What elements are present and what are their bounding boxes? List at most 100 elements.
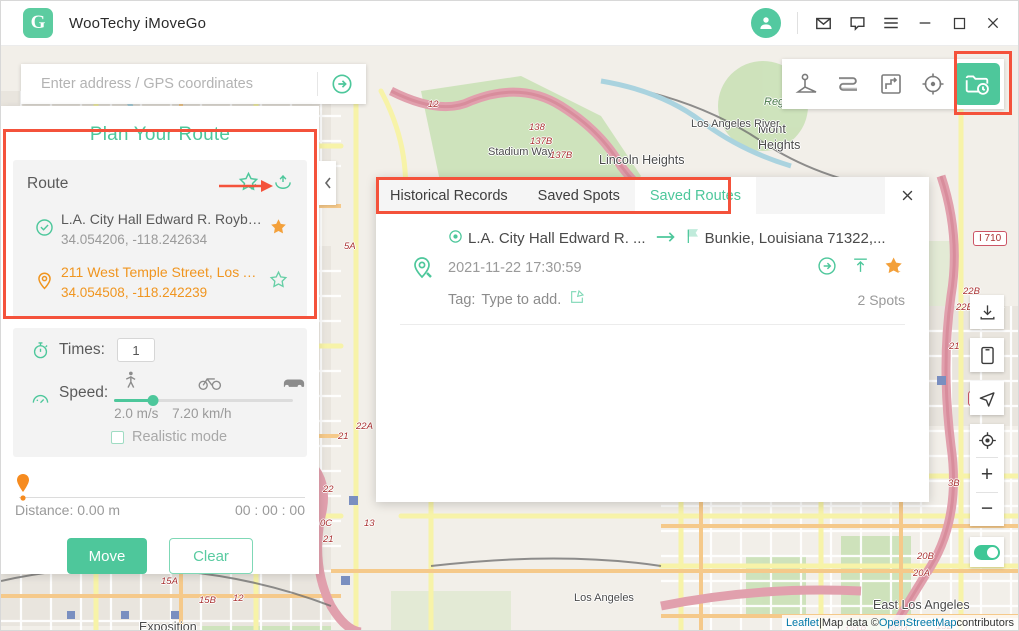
edit-pencil-icon[interactable] [569,289,585,310]
menu-icon[interactable] [874,1,908,45]
record-meta: 2021-11-22 17:30:59 [448,255,905,281]
map-route-number: 15B [199,595,216,606]
minimize-icon[interactable] [908,1,942,45]
speed-slider-knob[interactable] [148,395,159,406]
map-route-number: 3B [948,478,960,489]
route-box: Route [13,160,307,318]
favorite-star-icon-outline[interactable] [263,262,293,289]
zoom-out-button[interactable]: − [970,493,1004,526]
joystick-mode-icon[interactable] [912,63,954,105]
dialog-body: L.A. City Hall Edward R. ... [376,214,929,502]
maximize-icon[interactable] [942,1,976,45]
move-button[interactable]: Move [67,538,147,574]
map-route-number: 15A [161,576,178,587]
record-endpoints: L.A. City Hall Edward R. ... [448,228,905,248]
tab-historical-records[interactable]: Historical Records [376,177,523,214]
map-route-number: 22 [323,484,334,495]
toggle-star-icon [988,543,997,561]
go-circle-icon[interactable] [817,256,837,281]
map-route-number: 20A [913,568,930,579]
arrow-right-circle-icon[interactable] [318,73,366,95]
map-place-label: Los Angeles River [691,118,780,130]
map-route-number: 22A [356,421,373,432]
map-route-number: 12 [428,99,439,110]
attribution-suffix: contributors [957,617,1014,629]
map-route-number: 13 [364,518,375,529]
feedback-icon[interactable] [840,1,874,45]
chevron-left-icon [324,177,332,189]
check-circle-icon [27,209,61,237]
panel-buttons: Move Clear [1,538,319,574]
map-route-number: 137B [530,136,552,147]
realistic-mode-row[interactable]: Realistic mode [27,429,293,445]
origin-dot-icon [448,229,463,248]
leaflet-link[interactable]: Leaflet [786,617,819,629]
route-stop-row[interactable]: L.A. City Hall Edward R. Roybal ... 34.0… [27,209,293,251]
distance-row: Distance: 0.00 m 00 : 00 : 00 [15,502,305,518]
progress-track[interactable] [15,473,305,498]
map-route-number: 21 [338,431,349,442]
map-mode-toolbar [782,59,1004,109]
route-header: Route [27,170,293,198]
history-records-icon[interactable] [954,63,1000,105]
route-stop-name: L.A. City Hall Edward R. Roybal ... [61,209,263,229]
map-route-number: 21 [949,341,960,352]
speed-values: 2.0 m/s 7.20 km/h [114,406,293,421]
times-input[interactable] [117,338,155,362]
record-datetime: 2021-11-22 17:30:59 [448,260,582,276]
map-route-number: 0C [320,518,332,529]
download-icon[interactable] [970,295,1004,329]
mail-icon[interactable] [806,1,840,45]
multi-spot-mode-icon[interactable] [828,63,870,105]
options-box: Times: Speed: [13,328,307,457]
route-stop-row[interactable]: 211 West Temple Street, Los Ang... 34.05… [27,262,293,304]
walk-icon[interactable] [122,370,139,396]
speed-kmh: 7.20 km/h [172,406,231,421]
navigate-arrow-icon[interactable] [970,381,1004,415]
car-icon[interactable] [282,376,306,395]
progress-marker-icon[interactable] [15,473,31,503]
locate-target-icon[interactable] [970,424,1004,457]
favorite-star-icon[interactable] [884,255,905,281]
realistic-mode-checkbox[interactable] [111,431,124,444]
stopwatch-icon [27,341,53,360]
map-place-label: Heights [758,138,800,152]
account-avatar-icon[interactable] [751,8,781,38]
map-place-label: Los Angeles [574,592,634,604]
record-tag-value[interactable]: Type to add. [481,292,561,308]
speedometer-icon [27,370,53,409]
close-icon[interactable] [885,177,929,214]
toggle-pill [974,545,1000,560]
zoom-in-button[interactable]: + [970,458,1004,491]
tab-saved-spots[interactable]: Saved Spots [523,177,635,214]
map-style-toggle[interactable] [970,537,1004,567]
realistic-mode-label: Realistic mode [132,429,227,445]
close-icon[interactable] [976,1,1010,45]
saved-route-record[interactable]: L.A. City Hall Edward R. ... [400,228,905,325]
speed-row: Speed: [27,370,293,421]
multi-route-mode-icon[interactable] [870,63,912,105]
record-spot-count: 2 Spots [858,292,905,308]
distance-label: Distance: 0.00 m [15,502,120,518]
app-logo-icon: G [23,8,53,38]
panel-title: Plan Your Route [1,106,319,160]
times-label: Times: [59,341,105,359]
favorite-star-icon-filled[interactable] [263,209,293,236]
openstreetmap-link[interactable]: OpenStreetMap [879,617,957,629]
window-controls [751,1,1019,45]
speed-slider[interactable] [114,399,293,402]
app-title: WooTechy iMoveGo [69,15,206,32]
export-icon[interactable] [851,256,870,280]
teleport-mode-icon[interactable] [786,63,828,105]
device-icon[interactable] [970,338,1004,372]
clear-button[interactable]: Clear [169,538,253,574]
panel-collapse-button[interactable] [319,161,336,205]
map-place-label: East Los Angeles [873,598,970,612]
search-input[interactable] [21,64,317,104]
tab-saved-routes[interactable]: Saved Routes [635,177,756,214]
record-tag-label: Tag: [448,292,475,308]
bike-icon[interactable] [198,374,222,396]
map-place-label: Lincoln Heights [599,153,684,167]
speed-label: Speed: [59,384,108,402]
route-stop-coords: 34.054508, -118.242239 [61,282,263,304]
